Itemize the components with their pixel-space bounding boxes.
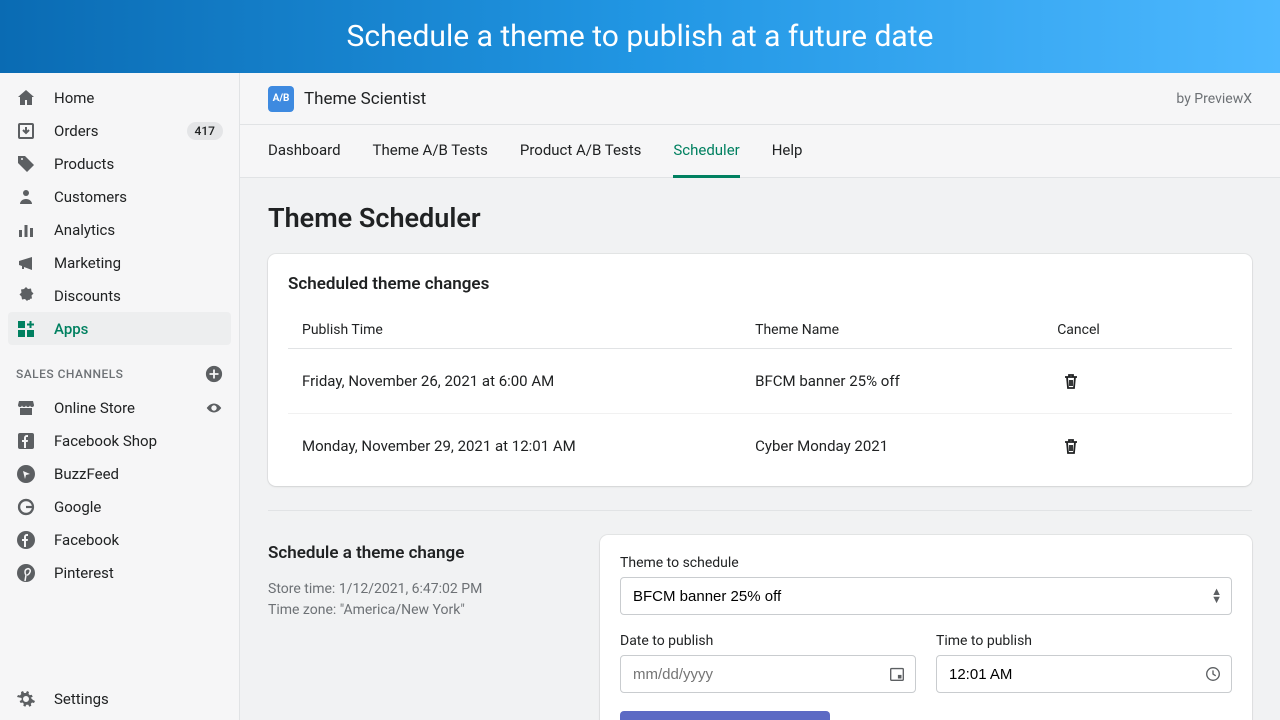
channel-google[interactable]: Google [0, 490, 239, 523]
sidebar-item-label: Marketing [54, 254, 121, 272]
col-theme-name: Theme Name [741, 312, 1043, 349]
table-row: Monday, November 29, 2021 at 12:01 AM Cy… [288, 414, 1232, 479]
sidebar-item-label: Customers [54, 188, 127, 206]
channel-pinterest[interactable]: Pinterest [0, 556, 239, 589]
gear-icon [16, 689, 36, 709]
channel-facebook-shop[interactable]: Facebook Shop [0, 424, 239, 457]
add-channel-icon[interactable] [205, 365, 223, 383]
content-scroll[interactable]: Theme Scheduler Scheduled theme changes … [240, 178, 1280, 720]
channel-label: Online Store [54, 399, 135, 417]
save-button[interactable] [620, 711, 830, 720]
page-title: Theme Scheduler [268, 202, 1252, 234]
timezone-line: Time zone: "America/New York" [268, 600, 568, 621]
facebook-icon [16, 530, 36, 550]
cell-name: BFCM banner 25% off [741, 349, 1043, 414]
admin-sidebar: Home Orders 417 Products Customers Analy… [0, 73, 240, 720]
main-panel: A/B Theme Scientist by PreviewX Dashboar… [240, 73, 1280, 720]
eye-icon[interactable] [205, 399, 223, 417]
sidebar-item-settings[interactable]: Settings [0, 678, 239, 720]
sidebar-item-customers[interactable]: Customers [0, 180, 239, 213]
time-input[interactable] [936, 655, 1232, 693]
tab-help[interactable]: Help [772, 125, 803, 177]
sidebar-section-header: SALES CHANNELS [0, 345, 239, 391]
section-divider [268, 510, 1252, 511]
channel-label: Google [54, 498, 101, 516]
orders-badge: 417 [187, 122, 223, 140]
scheduled-changes-card: Scheduled theme changes Publish Time The… [268, 254, 1252, 486]
orders-icon [16, 121, 36, 141]
tab-theme-ab[interactable]: Theme A/B Tests [373, 125, 488, 177]
tag-icon [16, 154, 36, 174]
schedule-form-card: Theme to schedule BFCM banner 25% off ▲▼… [600, 535, 1252, 720]
theme-select[interactable]: BFCM banner 25% off [620, 577, 1232, 615]
channel-label: Pinterest [54, 564, 114, 582]
bars-icon [16, 220, 36, 240]
sidebar-item-label: Products [54, 155, 114, 173]
date-input[interactable] [620, 655, 916, 693]
store-time-line: Store time: 1/12/2021, 6:47:02 PM [268, 579, 568, 600]
channel-online-store[interactable]: Online Store [0, 391, 239, 424]
app-header: A/B Theme Scientist by PreviewX [240, 73, 1280, 125]
tab-product-ab[interactable]: Product A/B Tests [520, 125, 641, 177]
sidebar-item-products[interactable]: Products [0, 147, 239, 180]
person-icon [16, 187, 36, 207]
channel-facebook[interactable]: Facebook [0, 523, 239, 556]
app-icon: A/B [268, 86, 294, 112]
sidebar-item-label: Discounts [54, 287, 121, 305]
sidebar-item-label: Analytics [54, 221, 115, 239]
cell-name: Cyber Monday 2021 [741, 414, 1043, 479]
buzzfeed-icon [16, 464, 36, 484]
app-tabs: Dashboard Theme A/B Tests Product A/B Te… [240, 125, 1280, 178]
channel-label: BuzzFeed [54, 465, 119, 483]
home-icon [16, 88, 36, 108]
sidebar-item-analytics[interactable]: Analytics [0, 213, 239, 246]
megaphone-icon [16, 253, 36, 273]
schedule-title: Schedule a theme change [268, 543, 568, 563]
sidebar-item-marketing[interactable]: Marketing [0, 246, 239, 279]
time-label: Time to publish [936, 633, 1232, 649]
table-row: Friday, November 26, 2021 at 6:00 AM BFC… [288, 349, 1232, 414]
sidebar-item-home[interactable]: Home [0, 81, 239, 114]
sidebar-item-label: Apps [54, 320, 88, 338]
tab-dashboard[interactable]: Dashboard [268, 125, 341, 177]
discount-icon [16, 286, 36, 306]
google-icon [16, 497, 36, 517]
promo-banner: Schedule a theme to publish at a future … [0, 0, 1280, 73]
date-label: Date to publish [620, 633, 916, 649]
channel-buzzfeed[interactable]: BuzzFeed [0, 457, 239, 490]
delete-button[interactable] [1057, 367, 1085, 395]
schedule-info: Schedule a theme change Store time: 1/12… [268, 535, 568, 720]
facebook-shop-icon [16, 431, 36, 451]
channel-label: Facebook [54, 531, 119, 549]
sidebar-item-apps[interactable]: Apps [8, 312, 231, 345]
delete-button[interactable] [1057, 432, 1085, 460]
cell-time: Monday, November 29, 2021 at 12:01 AM [288, 414, 741, 479]
app-title: Theme Scientist [304, 89, 426, 109]
cell-time: Friday, November 26, 2021 at 6:00 AM [288, 349, 741, 414]
card-title: Scheduled theme changes [288, 274, 1232, 294]
settings-label: Settings [54, 690, 109, 708]
theme-select-label: Theme to schedule [620, 555, 1232, 571]
app-author: by PreviewX [1176, 91, 1252, 107]
channel-label: Facebook Shop [54, 432, 157, 450]
pinterest-icon [16, 563, 36, 583]
sidebar-item-orders[interactable]: Orders 417 [0, 114, 239, 147]
col-cancel: Cancel [1043, 312, 1232, 349]
banner-title: Schedule a theme to publish at a future … [347, 19, 934, 54]
col-publish-time: Publish Time [288, 312, 741, 349]
section-title: SALES CHANNELS [16, 367, 123, 381]
store-icon [16, 398, 36, 418]
sidebar-item-discounts[interactable]: Discounts [0, 279, 239, 312]
scheduled-table: Publish Time Theme Name Cancel Friday, N… [288, 312, 1232, 478]
tab-scheduler[interactable]: Scheduler [673, 125, 739, 178]
sidebar-item-label: Orders [54, 122, 99, 140]
apps-icon [16, 319, 36, 339]
sidebar-item-label: Home [54, 89, 94, 107]
